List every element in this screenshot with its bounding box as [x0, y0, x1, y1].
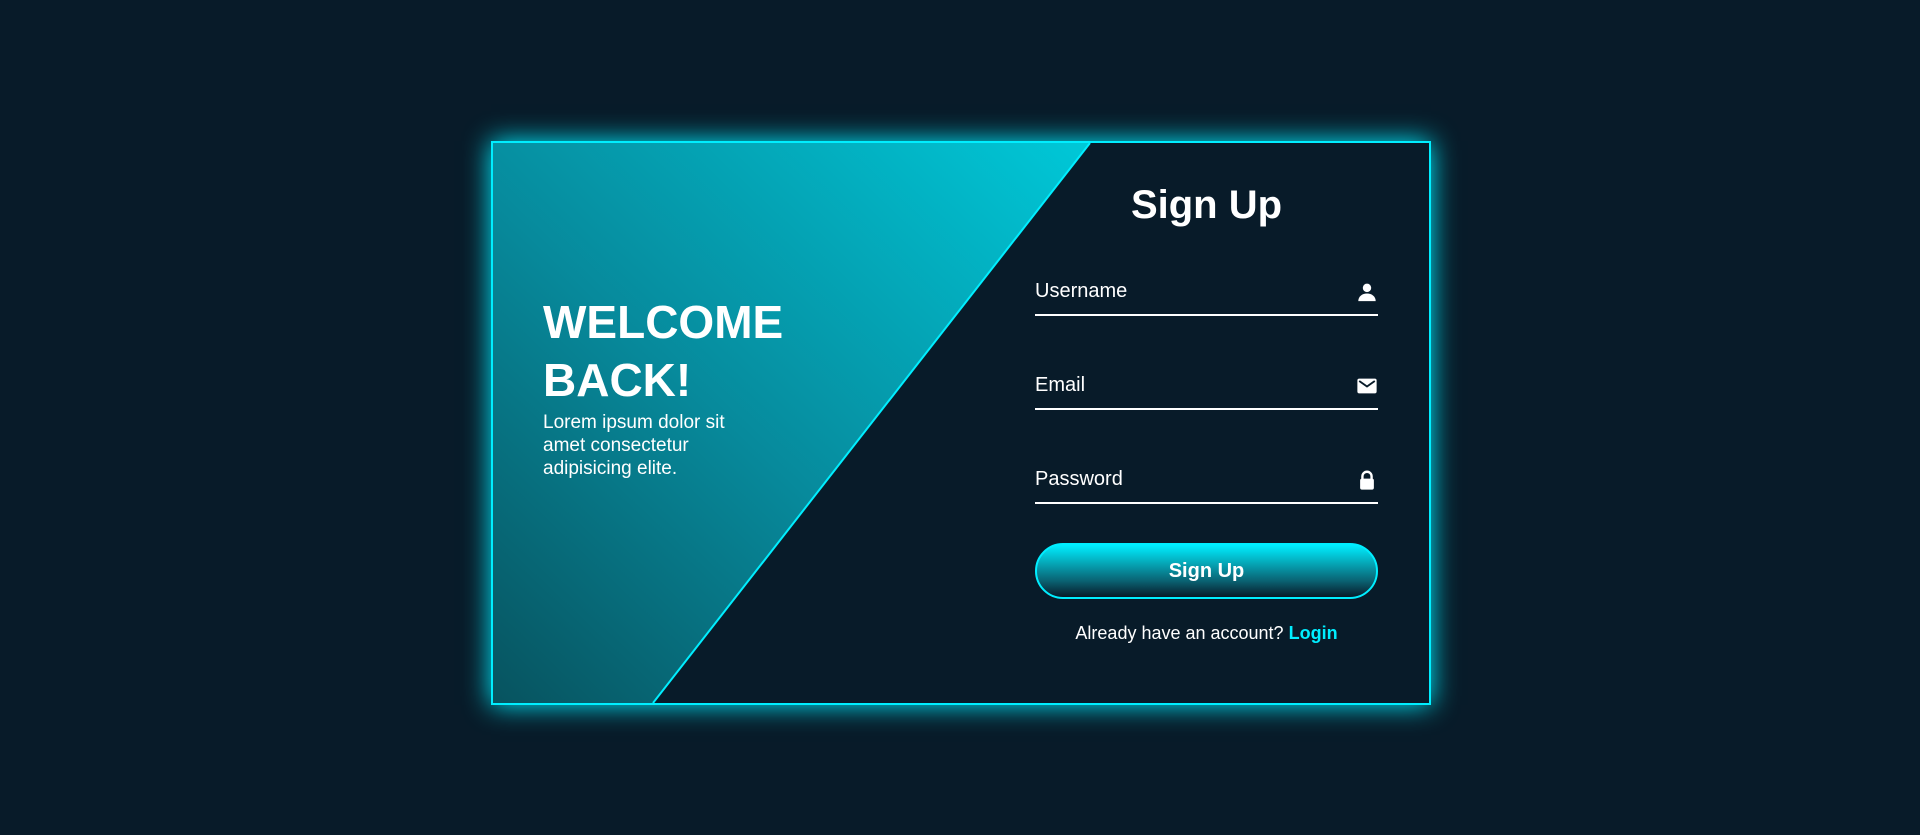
lock-icon [1356, 469, 1378, 491]
signup-card: WELCOME BACK! Lorem ipsum dolor sit amet… [491, 141, 1431, 705]
page: WELCOME BACK! Lorem ipsum dolor sit amet… [0, 0, 1920, 835]
password-field [1035, 457, 1378, 504]
welcome-text: Lorem ipsum dolor sit amet consectetur a… [543, 412, 725, 479]
email-input[interactable] [1035, 363, 1335, 407]
envelope-icon [1356, 375, 1378, 397]
user-icon [1356, 281, 1378, 303]
signup-button[interactable]: Sign Up [1035, 543, 1378, 599]
signup-form: Sign Up Sign Up Al [1035, 143, 1378, 703]
login-prompt: Already have an account? Login [1035, 623, 1378, 644]
welcome-section: WELCOME BACK! Lorem ipsum dolor sit amet… [543, 293, 843, 480]
email-field [1035, 363, 1378, 410]
username-field [1035, 269, 1378, 316]
username-input[interactable] [1035, 269, 1335, 313]
login-prompt-text: Already have an account? [1075, 623, 1284, 643]
login-link[interactable]: Login [1289, 623, 1338, 643]
password-input[interactable] [1035, 457, 1335, 501]
form-title: Sign Up [1130, 183, 1283, 227]
welcome-heading: WELCOME BACK! [543, 296, 784, 406]
